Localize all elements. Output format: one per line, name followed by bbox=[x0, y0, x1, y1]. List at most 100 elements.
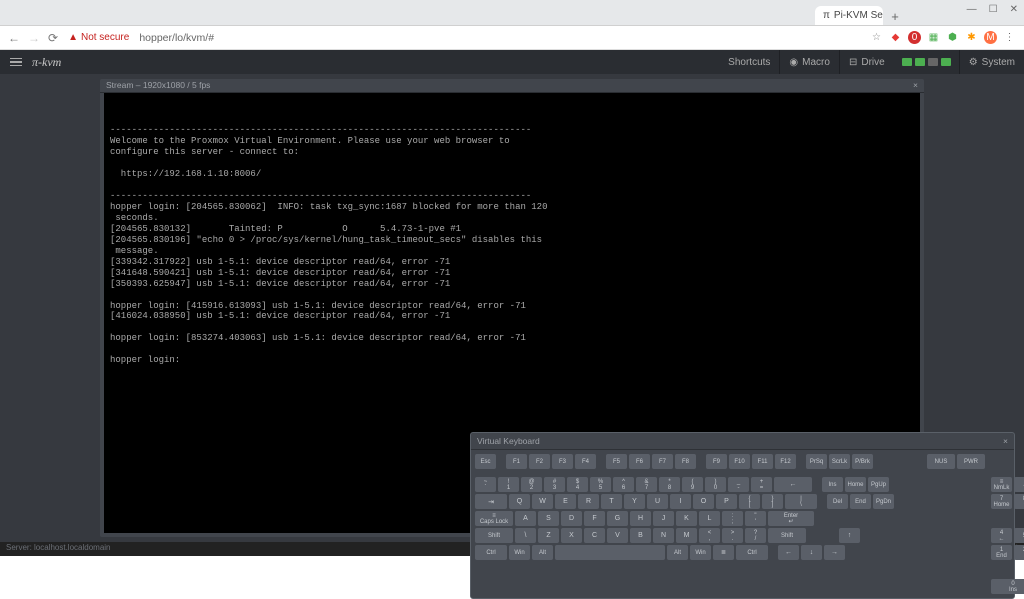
reload-icon[interactable]: ⟳ bbox=[48, 31, 58, 45]
key-m[interactable]: M bbox=[676, 528, 697, 543]
hamburger-icon[interactable] bbox=[0, 58, 32, 67]
key-scrlk[interactable]: ScrLk bbox=[829, 454, 850, 469]
key-caps-lock[interactable]: ≡Caps Lock bbox=[475, 511, 513, 526]
key-f3[interactable]: F3 bbox=[552, 454, 573, 469]
key-7-home[interactable]: 7Home bbox=[991, 494, 1012, 509]
key-enter[interactable]: Enter↵ bbox=[768, 511, 814, 526]
key-[interactable]: ← bbox=[774, 477, 812, 492]
key-h[interactable]: H bbox=[630, 511, 651, 526]
key-p[interactable]: P bbox=[716, 494, 737, 509]
key-6[interactable]: ^6 bbox=[613, 477, 634, 492]
key-nus[interactable]: NUS bbox=[927, 454, 955, 469]
key-0-ins[interactable]: 0Ins bbox=[991, 579, 1024, 594]
key-k[interactable]: K bbox=[676, 511, 697, 526]
key-pgdn[interactable]: PgDn bbox=[873, 494, 894, 509]
key-2[interactable]: @2 bbox=[521, 477, 542, 492]
key-[interactable]: ↑ bbox=[839, 528, 860, 543]
key-[interactable]: :; bbox=[722, 511, 743, 526]
key-[interactable]: ⇥ bbox=[475, 494, 507, 509]
key-w[interactable]: W bbox=[532, 494, 553, 509]
key-[interactable]: \ bbox=[515, 528, 536, 543]
key-f10[interactable]: F10 bbox=[729, 454, 750, 469]
key-[interactable] bbox=[555, 545, 665, 560]
menu-icon[interactable]: ⋮ bbox=[1003, 31, 1016, 44]
close-icon[interactable]: ✕ bbox=[1010, 4, 1018, 15]
maximize-icon[interactable]: ☐ bbox=[989, 4, 998, 15]
key-ins[interactable]: Ins bbox=[822, 477, 843, 492]
key-8[interactable]: *8 bbox=[659, 477, 680, 492]
star-icon[interactable]: ☆ bbox=[870, 31, 883, 44]
key-f[interactable]: F bbox=[584, 511, 605, 526]
key-p-brk[interactable]: P/Brk bbox=[852, 454, 873, 469]
key-[interactable]: _- bbox=[728, 477, 749, 492]
key-x[interactable]: X bbox=[561, 528, 582, 543]
key-f5[interactable]: F5 bbox=[606, 454, 627, 469]
key-nmlk[interactable]: ≡NmLk bbox=[991, 477, 1012, 492]
key-5[interactable]: 5 bbox=[1014, 528, 1024, 543]
key-del[interactable]: Del bbox=[827, 494, 848, 509]
security-indicator[interactable]: ▲ Not secure bbox=[68, 32, 129, 43]
ext-icon-5[interactable]: ✱ bbox=[965, 31, 978, 44]
key-[interactable]: ?/ bbox=[745, 528, 766, 543]
ext-icon-3[interactable]: ▦ bbox=[927, 31, 940, 44]
key-end[interactable]: End bbox=[850, 494, 871, 509]
key-r[interactable]: R bbox=[578, 494, 599, 509]
key-a[interactable]: A bbox=[515, 511, 536, 526]
key-s[interactable]: S bbox=[538, 511, 559, 526]
key-g[interactable]: G bbox=[607, 511, 628, 526]
key-[interactable]: ↓ bbox=[801, 545, 822, 560]
key-5[interactable]: %5 bbox=[590, 477, 611, 492]
macro-button[interactable]: ◉Macro bbox=[779, 50, 839, 74]
key-f2[interactable]: F2 bbox=[529, 454, 550, 469]
key-home[interactable]: Home bbox=[845, 477, 866, 492]
key-b[interactable]: B bbox=[630, 528, 651, 543]
key-f4[interactable]: F4 bbox=[575, 454, 596, 469]
key-d[interactable]: D bbox=[561, 511, 582, 526]
key-0[interactable]: )0 bbox=[705, 477, 726, 492]
key-[interactable]: {[ bbox=[739, 494, 760, 509]
ext-icon-2[interactable]: 0 bbox=[908, 31, 921, 44]
key-alt[interactable]: Alt bbox=[532, 545, 553, 560]
ext-icon-1[interactable]: ◆ bbox=[889, 31, 902, 44]
key-f11[interactable]: F11 bbox=[752, 454, 773, 469]
key-1-end[interactable]: 1End bbox=[991, 545, 1012, 560]
key-i[interactable]: I bbox=[670, 494, 691, 509]
key-7[interactable]: &7 bbox=[636, 477, 657, 492]
key-[interactable]: ← bbox=[778, 545, 799, 560]
browser-tab[interactable]: π Pi-KVM Session: loc… × bbox=[815, 6, 883, 25]
key-[interactable]: / bbox=[1014, 477, 1024, 492]
key-[interactable]: "' bbox=[745, 511, 766, 526]
key-f6[interactable]: F6 bbox=[629, 454, 650, 469]
new-tab-button[interactable]: + bbox=[887, 9, 903, 25]
key-q[interactable]: Q bbox=[509, 494, 530, 509]
key-f7[interactable]: F7 bbox=[652, 454, 673, 469]
key-f8[interactable]: F8 bbox=[675, 454, 696, 469]
key-[interactable]: → bbox=[824, 545, 845, 560]
system-button[interactable]: ⚙System bbox=[959, 50, 1024, 74]
key-prsq[interactable]: PrSq bbox=[806, 454, 827, 469]
key-l[interactable]: L bbox=[699, 511, 720, 526]
key-[interactable]: += bbox=[751, 477, 772, 492]
forward-icon[interactable]: → bbox=[28, 31, 40, 45]
key-2[interactable]: 2↓ bbox=[1014, 545, 1024, 560]
key-e[interactable]: E bbox=[555, 494, 576, 509]
drive-button[interactable]: ⊟Drive bbox=[839, 50, 894, 74]
key-shift[interactable]: Shift bbox=[475, 528, 513, 543]
key-ctrl[interactable]: Ctrl bbox=[736, 545, 768, 560]
key-[interactable]: >. bbox=[722, 528, 743, 543]
back-icon[interactable]: ← bbox=[8, 31, 20, 45]
key-[interactable]: ≣ bbox=[713, 545, 734, 560]
key-z[interactable]: Z bbox=[538, 528, 559, 543]
key-j[interactable]: J bbox=[653, 511, 674, 526]
ext-icon-4[interactable]: ⬢ bbox=[946, 31, 959, 44]
minimize-icon[interactable]: — bbox=[967, 4, 977, 15]
key-[interactable]: ~` bbox=[475, 477, 496, 492]
vk-header[interactable]: Virtual Keyboard × bbox=[471, 433, 1014, 450]
key-v[interactable]: V bbox=[607, 528, 628, 543]
key-f12[interactable]: F12 bbox=[775, 454, 796, 469]
key-esc[interactable]: Esc bbox=[475, 454, 496, 469]
key-3[interactable]: #3 bbox=[544, 477, 565, 492]
key-pwr[interactable]: PWR bbox=[957, 454, 985, 469]
key-y[interactable]: Y bbox=[624, 494, 645, 509]
key-win[interactable]: Win bbox=[690, 545, 711, 560]
